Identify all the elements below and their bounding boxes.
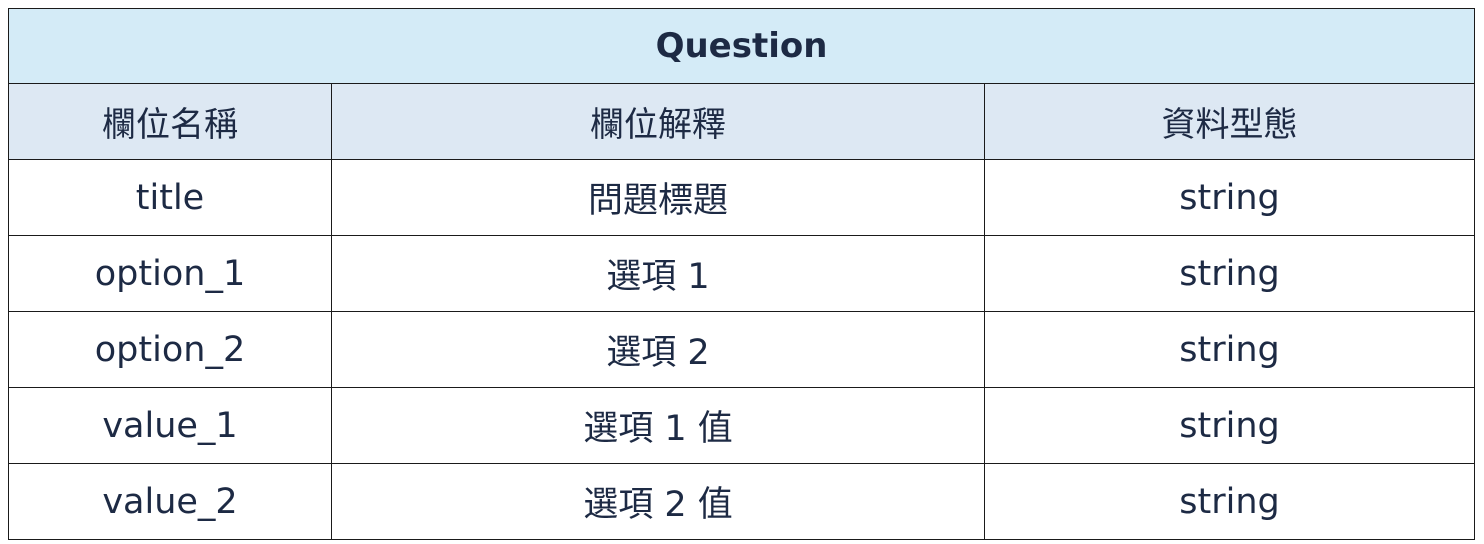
field-name-cell: value_2 <box>8 463 332 540</box>
field-description-cell: 選項 2 值 <box>331 463 985 540</box>
field-description-cell: 選項 1 <box>331 235 985 312</box>
table-row: option_2 選項 2 string <box>8 311 1476 388</box>
table-row: option_1 選項 1 string <box>8 235 1476 312</box>
data-type-cell: string <box>983 235 1476 312</box>
column-header-field-description: 欄位解釋 <box>331 83 985 160</box>
schema-table-container: Question 欄位名稱 欄位解釋 資料型態 title 問題標題 strin… <box>7 8 1476 540</box>
column-header-data-type: 資料型態 <box>983 83 1476 160</box>
table-row: value_1 選項 1 值 string <box>8 387 1476 464</box>
field-description-cell: 選項 2 <box>331 311 985 388</box>
column-header-row: 欄位名稱 欄位解釋 資料型態 <box>8 83 1476 160</box>
table-row: title 問題標題 string <box>8 159 1476 236</box>
field-name-cell: value_1 <box>8 387 332 464</box>
field-description-cell: 問題標題 <box>331 159 985 236</box>
field-name-cell: title <box>8 159 332 236</box>
field-description-cell: 選項 1 值 <box>331 387 985 464</box>
column-header-field-name: 欄位名稱 <box>8 83 332 160</box>
data-type-cell: string <box>983 311 1476 388</box>
data-type-cell: string <box>983 387 1476 464</box>
schema-table: Question 欄位名稱 欄位解釋 資料型態 title 問題標題 strin… <box>7 8 1476 540</box>
table-title: Question <box>7 8 1476 84</box>
field-name-cell: option_1 <box>8 235 332 312</box>
data-type-cell: string <box>983 159 1476 236</box>
table-title-row: Question <box>7 8 1476 84</box>
data-type-cell: string <box>983 463 1476 540</box>
table-row: value_2 選項 2 值 string <box>8 463 1476 540</box>
field-name-cell: option_2 <box>8 311 332 388</box>
